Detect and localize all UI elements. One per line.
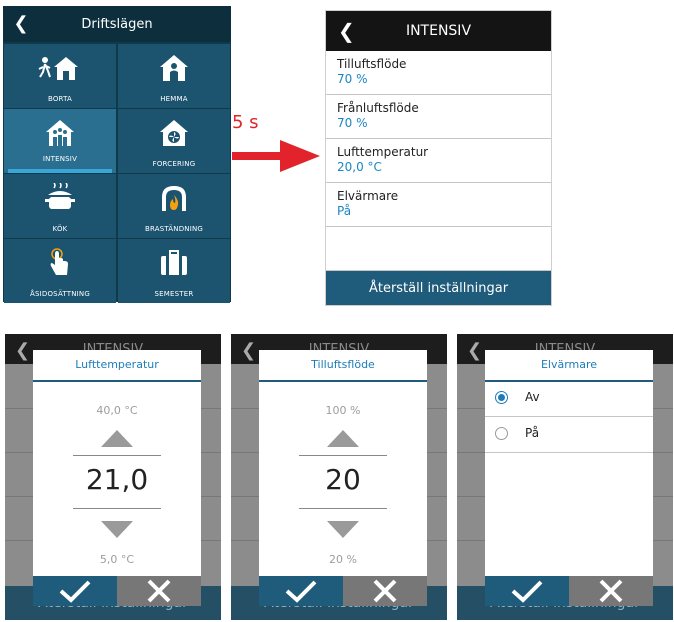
setting-row-elvarmare[interactable]: Elvärmare På — [326, 183, 551, 227]
setting-value: 70 % — [337, 116, 368, 130]
suitcase-icon — [161, 250, 187, 275]
divider — [73, 508, 161, 509]
mode-tile-forcering[interactable]: FORCERING — [118, 109, 230, 173]
divider — [73, 455, 161, 456]
setting-name: Frånluftsflöde — [337, 101, 419, 115]
decrease-arrow-icon[interactable] — [101, 521, 133, 538]
setting-row-tilluft[interactable]: Tilluftsflöde 70 % — [326, 51, 551, 95]
fireplace-icon — [162, 186, 186, 211]
radio-label: Av — [525, 390, 540, 404]
back-icon[interactable]: ❮ — [11, 14, 31, 34]
checkmark-icon — [285, 580, 317, 603]
intensiv-header: ❮ INTENSIV — [326, 11, 551, 51]
empty-row — [326, 227, 551, 271]
touch-hand-icon — [50, 248, 68, 275]
mode-label: INTENSIV — [42, 155, 78, 163]
temp-dialog-screen: ❮ INTENSIV Återställ inställningar Luftt… — [5, 334, 221, 620]
radio-option-av[interactable]: Av — [485, 381, 653, 417]
modes-panel: ❮ Driftslägen BORTA HEMMA INTENSIV FORCE… — [3, 6, 231, 303]
confirm-button[interactable] — [259, 576, 343, 606]
intensive-house-icon — [46, 120, 74, 146]
mode-label: BRASTÄNDNING — [144, 225, 204, 233]
value-dialog: Lufttemperatur 40,0 °C 21,0 5,0 °C — [33, 350, 201, 606]
checkmark-icon — [59, 580, 91, 603]
mode-tile-hemma[interactable]: HEMMA — [118, 44, 230, 108]
away-house-icon — [38, 57, 78, 80]
setting-row-lufttemperatur[interactable]: Lufttemperatur 20,0 °C — [326, 139, 551, 183]
setting-name: Lufttemperatur — [337, 145, 429, 159]
mode-label: HEMMA — [160, 95, 188, 103]
close-icon — [599, 579, 623, 603]
flow-dialog-screen: ❮ INTENSIV Återställ inställningar Tillu… — [231, 334, 447, 620]
dialog-title: Lufttemperatur — [75, 358, 159, 371]
cancel-button[interactable] — [117, 576, 201, 606]
cancel-button[interactable] — [343, 576, 427, 606]
mode-label: BORTA — [47, 95, 73, 103]
home-house-icon — [160, 55, 188, 81]
divider — [299, 508, 387, 509]
intensiv-panel: ❮ INTENSIV Tilluftsflöde 70 % Frånluftsf… — [325, 10, 552, 306]
close-icon — [147, 579, 171, 603]
setting-name: Elvärmare — [337, 189, 399, 203]
increase-arrow-icon[interactable] — [327, 430, 359, 447]
max-value: 40,0 °C — [96, 404, 138, 417]
mode-tile-semester[interactable]: SEMESTER — [118, 239, 230, 303]
modes-title: Driftslägen — [81, 16, 153, 32]
reset-settings-button[interactable]: Återställ inställningar — [326, 271, 551, 305]
selected-indicator — [8, 169, 112, 173]
mode-tile-asidosattning[interactable]: ÅSIDOSÄTTNING — [4, 239, 116, 303]
mode-tile-borta[interactable]: BORTA — [4, 44, 116, 108]
arrow-right-icon — [232, 140, 320, 172]
delay-label: 5 s — [232, 112, 259, 133]
option-dialog: Elvärmare Av På — [485, 350, 653, 606]
confirm-button[interactable] — [33, 576, 117, 606]
min-value: 20 % — [329, 553, 357, 566]
mode-tile-brastandning[interactable]: BRASTÄNDNING — [118, 174, 230, 238]
mode-label: ÅSIDOSÄTTNING — [29, 290, 90, 298]
mode-tile-kok[interactable]: KÖK — [4, 174, 116, 238]
radio-button[interactable] — [495, 427, 508, 440]
mode-tile-intensiv[interactable]: INTENSIV — [4, 109, 116, 173]
confirm-button[interactable] — [485, 576, 569, 606]
intensiv-title: INTENSIV — [405, 23, 472, 39]
value-dialog: Tilluftsflöde 100 % 20 20 % — [259, 350, 427, 606]
close-icon — [373, 579, 397, 603]
current-value: 20 — [325, 463, 361, 496]
setting-value: 20,0 °C — [337, 160, 382, 174]
dialog-title: Elvärmare — [540, 358, 598, 371]
decrease-arrow-icon[interactable] — [327, 521, 359, 538]
setting-value: På — [337, 204, 352, 218]
radio-label: På — [525, 426, 540, 440]
fan-house-icon — [160, 120, 188, 146]
radio-button-selected[interactable] — [495, 391, 508, 404]
current-value: 21,0 — [85, 463, 149, 496]
setting-name: Tilluftsflöde — [337, 57, 407, 71]
heater-dialog-screen: ❮ INTENSIV Återställ inställningar Elvär… — [457, 334, 673, 620]
mode-label: FORCERING — [152, 160, 196, 168]
modes-header: ❮ Driftslägen — [3, 6, 231, 42]
mode-label: SEMESTER — [154, 290, 194, 298]
mode-label: KÖK — [52, 225, 68, 233]
increase-arrow-icon[interactable] — [101, 430, 133, 447]
dialog-title: Tilluftsflöde — [311, 358, 375, 371]
cooking-pot-icon — [45, 183, 75, 209]
title-underline — [33, 380, 201, 382]
divider — [299, 455, 387, 456]
max-value: 100 % — [325, 404, 361, 417]
checkmark-icon — [511, 580, 543, 603]
cancel-button[interactable] — [569, 576, 653, 606]
min-value: 5,0 °C — [99, 553, 135, 566]
setting-value: 70 % — [337, 72, 368, 86]
radio-option-pa[interactable]: På — [485, 417, 653, 453]
back-icon[interactable]: ❮ — [338, 21, 355, 41]
setting-row-franluft[interactable]: Frånluftsflöde 70 % — [326, 95, 551, 139]
title-underline — [259, 380, 427, 382]
